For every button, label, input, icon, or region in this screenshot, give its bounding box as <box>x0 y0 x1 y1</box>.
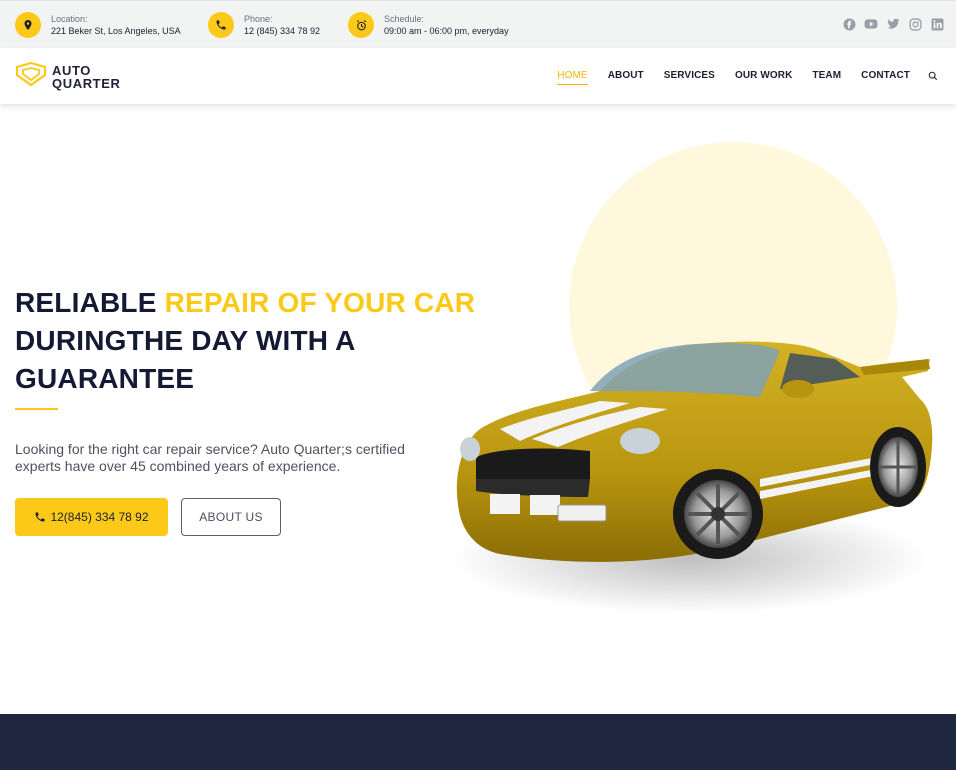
phone-info: Phone: 12 (845) 334 78 92 <box>208 12 320 40</box>
search-icon[interactable] <box>928 70 940 82</box>
hero-lead: Looking for the right car repair service… <box>15 441 405 474</box>
dark-section-band <box>0 714 956 770</box>
linkedin-icon[interactable] <box>930 17 944 31</box>
alarm-clock-icon <box>348 12 374 38</box>
location-info: Location: 221 Beker St, Los Angeles, USA <box>15 12 181 40</box>
nav-team[interactable]: TEAM <box>812 70 841 82</box>
location-value: 221 Beker St, Los Angeles, USA <box>51 26 181 36</box>
hero-headline: RELIABLE REPAIR OF YOUR CAR DURINGTHE DA… <box>15 284 485 398</box>
map-pin-icon <box>15 12 41 38</box>
social-links <box>842 17 944 31</box>
youtube-icon[interactable] <box>864 17 878 31</box>
logo-mark-icon <box>15 61 47 92</box>
headline-part1: RELIABLE <box>15 287 165 318</box>
hero-section: RELIABLE REPAIR OF YOUR CAR DURINGTHE DA… <box>0 104 956 714</box>
twitter-icon[interactable] <box>886 17 900 31</box>
nav-home[interactable]: HOME <box>557 70 589 85</box>
schedule-value: 09:00 am - 06:00 pm, everyday <box>384 26 509 36</box>
schedule-label: Schedule: <box>384 14 425 24</box>
instagram-icon[interactable] <box>908 17 922 31</box>
top-info-bar: Location: 221 Beker St, Los Angeles, USA… <box>0 0 956 48</box>
headline-underline <box>15 408 58 410</box>
phone-value[interactable]: 12 (845) 334 78 92 <box>244 25 320 38</box>
nav-contact[interactable]: CONTACT <box>861 70 910 82</box>
brand-line2: QUARTER <box>52 75 121 91</box>
brand-line1: AUTO <box>52 62 91 78</box>
location-label: Location: <box>51 14 88 24</box>
headline-part2: DURINGTHE DAY WITH A GUARANTEE <box>15 325 355 394</box>
phone-icon <box>208 12 234 38</box>
facebook-icon[interactable] <box>842 17 856 31</box>
phone-label: Phone: <box>244 14 273 24</box>
call-button-label: 12(845) 334 78 92 <box>50 510 149 524</box>
main-nav: HOME ABOUT SERVICES OUR WORK TEAM CONTAC… <box>537 70 940 85</box>
nav-services[interactable]: SERVICES <box>664 70 715 82</box>
nav-about[interactable]: ABOUT <box>608 70 644 82</box>
brand-logo[interactable]: AUTO QUARTER <box>15 61 120 92</box>
nav-our-work[interactable]: OUR WORK <box>735 70 792 82</box>
headline-highlight: REPAIR OF YOUR CAR <box>164 287 476 318</box>
schedule-info: Schedule: 09:00 am - 06:00 pm, everyday <box>348 12 509 40</box>
main-navbar: AUTO QUARTER HOME ABOUT SERVICES OUR WOR… <box>0 48 956 104</box>
about-us-button[interactable]: ABOUT US <box>181 498 281 536</box>
yellow-sports-car <box>450 341 933 614</box>
call-button[interactable]: 12(845) 334 78 92 <box>15 498 168 536</box>
phone-icon <box>34 511 46 523</box>
